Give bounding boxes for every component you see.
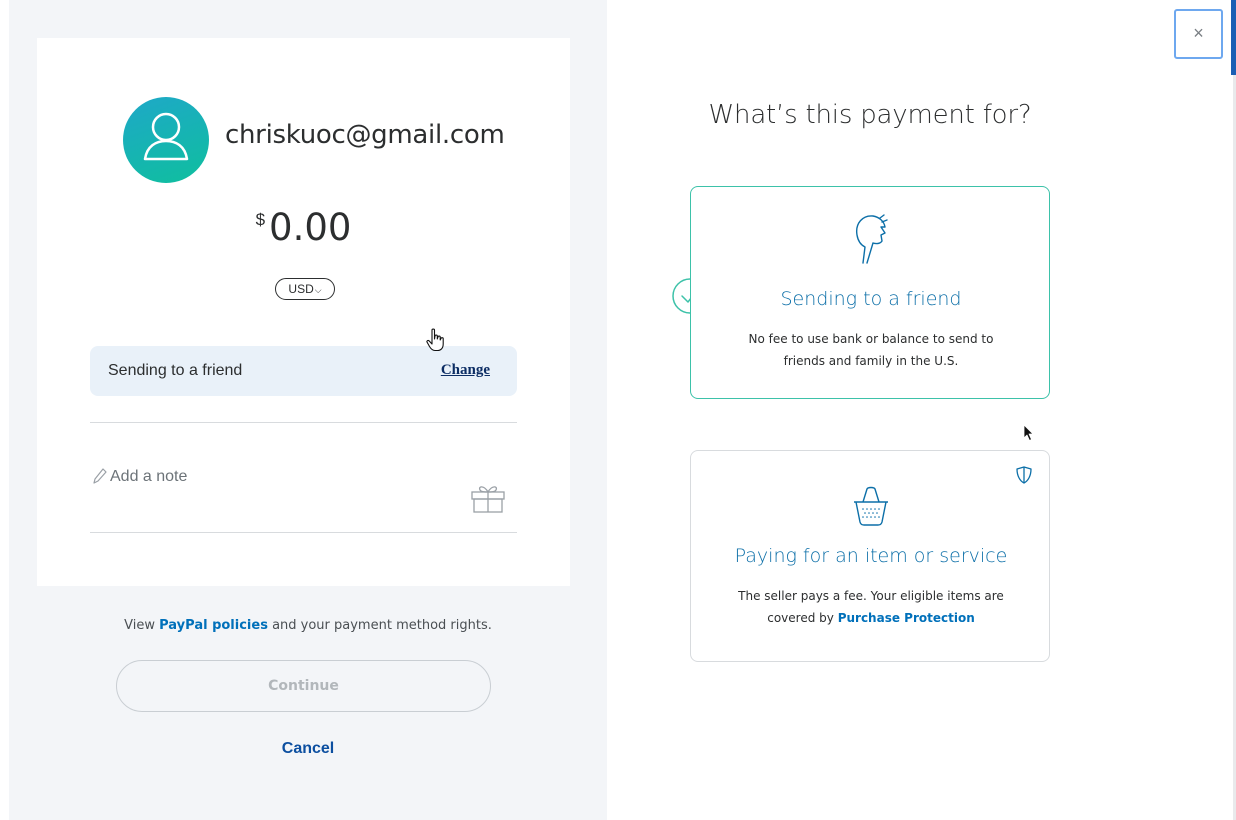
purpose-picker-title: What’s this payment for? <box>708 100 1032 130</box>
option-description: The seller pays a fee. Your eligible ite… <box>738 589 1004 625</box>
option-description: No fee to use bank or balance to send to… <box>748 332 994 368</box>
cancel-link[interactable]: Cancel <box>9 740 607 758</box>
shield-icon <box>1016 466 1032 484</box>
arrow-cursor-icon <box>1023 424 1034 441</box>
friend-head-icon <box>691 213 1051 270</box>
currency-selector[interactable]: USD⌵ <box>275 278 335 300</box>
purchase-protection-link[interactable]: Purchase Protection <box>838 611 975 625</box>
divider <box>90 532 517 533</box>
option-paying-for-item[interactable]: Paying for an item or service The seller… <box>690 450 1050 662</box>
add-note-field[interactable]: Add a note <box>90 458 517 528</box>
send-money-panel: chriskuoc@gmail.com $0.00 USD⌵ Sending t… <box>9 0 607 820</box>
close-button[interactable]: × <box>1174 9 1223 59</box>
option-title: Sending to a friend <box>780 288 962 310</box>
shopping-basket-icon <box>691 484 1051 533</box>
pencil-icon <box>93 468 107 484</box>
add-note-placeholder: Add a note <box>110 468 188 485</box>
payment-card: chriskuoc@gmail.com $0.00 USD⌵ Sending t… <box>37 38 570 586</box>
window-edge-accent <box>1231 0 1236 75</box>
continue-button[interactable]: Continue <box>116 660 491 712</box>
payment-purpose-row: Sending to a friend Change <box>90 346 517 396</box>
avatar <box>123 97 209 183</box>
amount-input[interactable]: 0.00 <box>269 206 351 249</box>
option-sending-to-friend[interactable]: Sending to a friend No fee to use bank o… <box>690 186 1050 399</box>
change-purpose-link[interactable]: Change <box>441 362 490 379</box>
close-icon: × <box>1193 23 1204 43</box>
policy-notice: View PayPal policies and your payment me… <box>124 618 492 633</box>
option-title: Paying for an item or service <box>734 545 1008 567</box>
payment-purpose-label: Sending to a friend <box>108 362 243 379</box>
paypal-policies-link[interactable]: PayPal policies <box>159 618 268 633</box>
currency-code: USD <box>288 282 314 296</box>
divider <box>90 422 517 423</box>
currency-symbol: $ <box>255 210 266 229</box>
gift-icon[interactable] <box>470 483 506 513</box>
recipient-email: chriskuoc@gmail.com <box>225 120 505 150</box>
user-icon <box>143 112 189 161</box>
amount-display[interactable]: $0.00 <box>37 206 570 249</box>
hand-cursor-icon <box>426 328 444 352</box>
chevron-down-icon: ⌵ <box>314 285 322 295</box>
